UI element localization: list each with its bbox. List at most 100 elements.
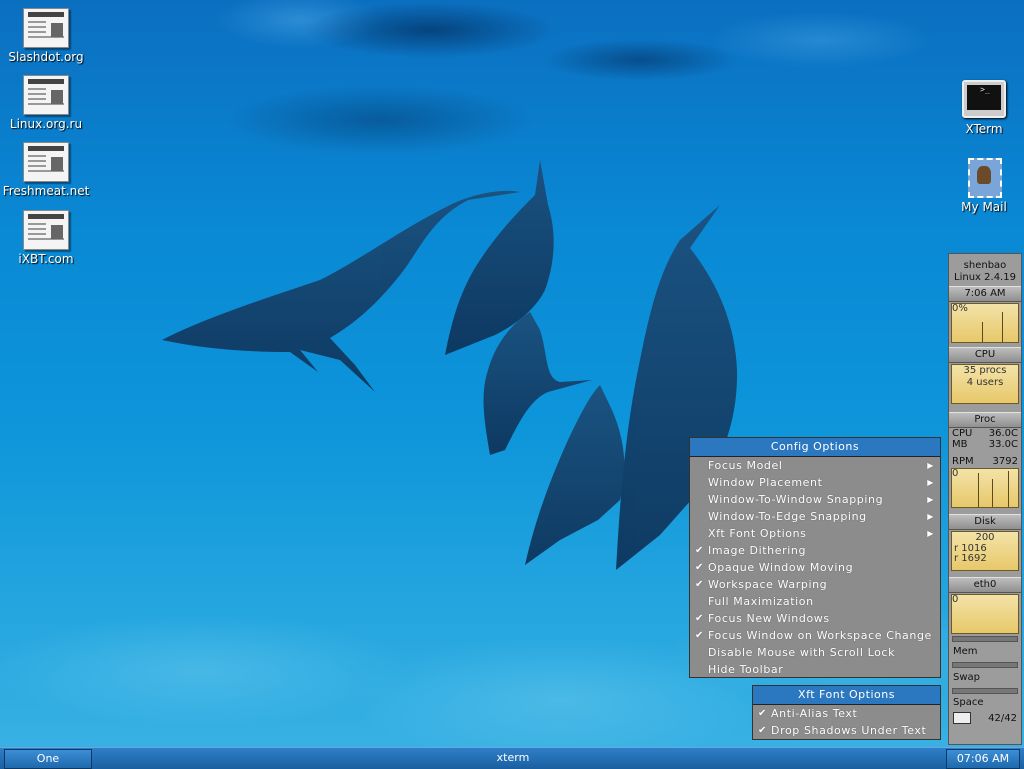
menu-item-label: Window-To-Edge Snapping	[708, 510, 867, 523]
config-options-title: Config Options	[690, 438, 940, 457]
menu-item-label: Anti-Alias Text	[771, 707, 858, 720]
mem-label[interactable]: Mem	[949, 644, 1021, 660]
check-icon: ✔	[695, 613, 704, 624]
submenu-arrow-icon: ▶	[927, 512, 934, 521]
menu-item-focus-window-on-workspace-change[interactable]: ✔ Focus Window on Workspace Change	[690, 627, 940, 644]
check-icon: ✔	[695, 579, 704, 590]
desktop-icon-label: Slashdot.org	[8, 50, 84, 64]
check-icon: ✔	[695, 562, 704, 573]
desktop-icon-slashdot[interactable]: Slashdot.org	[0, 8, 94, 64]
procs-count: 35 procs	[963, 365, 1007, 376]
desktop-icon-linux-org-ru[interactable]: Linux.org.ru	[0, 75, 94, 131]
check-icon: ✔	[758, 725, 767, 736]
space-bar	[952, 688, 1018, 694]
desktop-icon-freshmeat[interactable]: Freshmeat.net	[0, 142, 94, 198]
desktop-icon-ixbt[interactable]: iXBT.com	[0, 210, 94, 266]
submenu-arrow-icon: ▶	[927, 461, 934, 470]
menu-item-window-to-window-snapping[interactable]: Window-To-Window Snapping ▶	[690, 491, 940, 508]
disk-label[interactable]: Disk	[949, 514, 1021, 530]
taskbar-clock: 07:06 AM	[946, 749, 1020, 769]
sensor-rpm-row: RPM 3792	[952, 456, 1018, 467]
taskbar-task-xterm[interactable]: xterm	[94, 749, 932, 767]
menu-item-drop-shadows-under-text[interactable]: ✔ Drop Shadows Under Text	[753, 722, 940, 739]
dolphin-4	[525, 385, 625, 565]
menu-item-label: Hide Toolbar	[708, 663, 784, 676]
check-icon: ✔	[695, 630, 704, 641]
desktop-icon-xterm[interactable]: >_ XTerm	[936, 80, 1024, 136]
monitor-clock: 7:06 AM	[949, 286, 1021, 302]
sensor-cpu-row: CPU 36.0C	[952, 428, 1018, 439]
submenu-arrow-icon: ▶	[927, 478, 934, 487]
menu-item-xft-font-options[interactable]: Xft Font Options ▶	[690, 525, 940, 542]
desktop-icon-label: XTerm	[965, 122, 1003, 136]
newspaper-icon	[23, 142, 69, 182]
workspace-button[interactable]: One	[4, 749, 92, 769]
space-label[interactable]: Space	[949, 696, 1021, 710]
check-icon: ✔	[758, 708, 767, 719]
disk-chart-value: 0	[952, 468, 959, 479]
menu-item-label: Image Dithering	[708, 544, 807, 557]
desktop-icon-label: Linux.org.ru	[9, 117, 83, 131]
menu-item-label: Opaque Window Moving	[708, 561, 854, 574]
desktop-icon-my-mail[interactable]: My Mail	[936, 156, 1024, 214]
procs-chart: 35 procs 4 users	[951, 364, 1019, 404]
menu-item-label: Window-To-Window Snapping	[708, 493, 884, 506]
menu-item-disable-mouse-with-scroll-lock[interactable]: Disable Mouse with Scroll Lock	[690, 644, 940, 661]
eth0-label[interactable]: eth0	[949, 577, 1021, 593]
users-count: 4 users	[966, 377, 1004, 388]
menu-item-focus-new-windows[interactable]: ✔ Focus New Windows	[690, 610, 940, 627]
menu-item-anti-alias-text[interactable]: ✔ Anti-Alias Text	[753, 705, 940, 722]
monitor-hostname: shenbao	[963, 260, 1007, 271]
cpu-chart: 0%	[951, 303, 1019, 343]
menu-item-label: Focus Window on Workspace Change	[708, 629, 932, 642]
menu-item-label: Focus Model	[708, 459, 783, 472]
disk-write-value: r 1692	[954, 553, 987, 564]
eth0-chart: 0	[951, 594, 1019, 634]
menu-item-workspace-warping[interactable]: ✔ Workspace Warping	[690, 576, 940, 593]
desktop-icon-label: iXBT.com	[18, 252, 74, 266]
menu-item-label: Full Maximization	[708, 595, 814, 608]
mail-envelope-icon	[953, 712, 971, 724]
disk-chart: 0	[951, 468, 1019, 508]
eth0-chart-value: 0	[952, 594, 959, 605]
menu-item-opaque-window-moving[interactable]: ✔ Opaque Window Moving	[690, 559, 940, 576]
newspaper-icon	[23, 75, 69, 115]
xft-font-options-menu: Xft Font Options ✔ Anti-Alias Text ✔ Drop S…	[752, 685, 941, 740]
menu-item-label: Drop Shadows Under Text	[771, 724, 927, 737]
mail-counter[interactable]: 42/42	[949, 710, 1021, 726]
menu-item-label: Workspace Warping	[708, 578, 828, 591]
desktop-icon-label: Freshmeat.net	[2, 184, 90, 198]
submenu-arrow-icon: ▶	[927, 529, 934, 538]
menu-item-label: Focus New Windows	[708, 612, 830, 625]
xft-font-options-title: Xft Font Options	[753, 686, 940, 705]
xft-font-options-items: ✔ Anti-Alias Text ✔ Drop Shadows Under Text	[753, 705, 940, 739]
menu-item-window-to-edge-snapping[interactable]: Window-To-Edge Snapping ▶	[690, 508, 940, 525]
mem-bar	[952, 636, 1018, 642]
system-monitor-panel: shenbao Linux 2.4.19 7:06 AM 0% CPU 35 p…	[948, 253, 1022, 745]
newspaper-icon	[23, 210, 69, 250]
menu-item-label: Disable Mouse with Scroll Lock	[708, 646, 896, 659]
swap-bar	[952, 662, 1018, 668]
swap-label[interactable]: Swap	[949, 670, 1021, 686]
menu-item-focus-model[interactable]: Focus Model ▶	[690, 457, 940, 474]
cpu-chart-value: 0%	[952, 303, 968, 314]
menu-item-image-dithering[interactable]: ✔ Image Dithering	[690, 542, 940, 559]
submenu-arrow-icon: ▶	[927, 495, 934, 504]
config-options-menu: Config Options Focus Model ▶ Window Placem…	[689, 437, 941, 678]
proc-label[interactable]: Proc	[949, 412, 1021, 428]
menu-item-hide-toolbar[interactable]: Hide Toolbar	[690, 661, 940, 678]
newspaper-icon	[23, 8, 69, 48]
mail-count: 42/42	[988, 712, 1017, 724]
menu-item-window-placement[interactable]: Window Placement ▶	[690, 474, 940, 491]
sensor-mb-row: MB 33.0C	[952, 439, 1018, 450]
menu-item-label: Xft Font Options	[708, 527, 807, 540]
check-icon: ✔	[695, 545, 704, 556]
menu-item-label: Window Placement	[708, 476, 823, 489]
config-options-items: Focus Model ▶ Window Placement ▶ Window-To-W…	[690, 457, 940, 678]
desktop-icon-label: My Mail	[961, 200, 1007, 214]
mail-stamp-icon	[965, 156, 1003, 198]
menu-item-full-maximization[interactable]: Full Maximization	[690, 593, 940, 610]
cpu-label[interactable]: CPU	[949, 347, 1021, 363]
terminal-icon: >_	[962, 80, 1006, 118]
disk-io-chart: 200 r 1016 r 1692	[951, 531, 1019, 571]
